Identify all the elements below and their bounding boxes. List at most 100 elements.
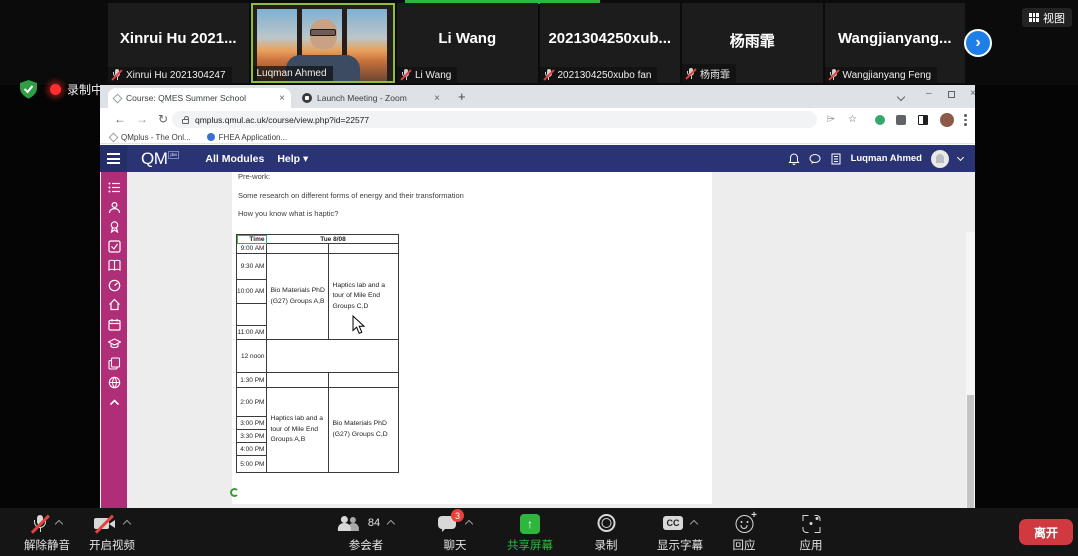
competencies-icon[interactable] [108,240,121,253]
leave-meeting-button[interactable]: 离开 [1019,519,1073,545]
bookmark-qmplus[interactable]: QMplus - The Onl... [110,133,191,142]
record-icon [597,514,615,532]
back-icon[interactable]: ← [114,112,126,126]
time-label: 12 noon [237,340,267,373]
security-shield-icon[interactable] [20,80,37,99]
notes-icon[interactable] [830,153,842,165]
zoom-toolbar: 解除静音 开启视频 84 参会者 3 [0,508,1078,556]
bookmark-star-icon[interactable]: ☆ [848,114,857,125]
muted-mic-icon [544,69,555,81]
apps-button[interactable]: 应用 [800,514,823,553]
timetable-event: Haptics lab and a tour of Mile End Group… [267,388,329,473]
share-screen-icon: ↑ [520,514,540,534]
muted-mic-icon [829,69,840,81]
grid-view-icon [1029,13,1039,22]
shared-browser-window: Course: QMES Summer School × Launch Meet… [100,85,975,508]
extension-icon-green[interactable] [875,115,885,125]
participant-tile[interactable]: 2021304250xub... 2021304250xubo fan [540,3,681,83]
tab-launch-meeting[interactable]: Launch Meeting - Zoom × [296,88,446,108]
participants-button[interactable]: 84 参会者 [338,514,394,553]
participant-tile[interactable]: Wangjianyang... Wangjianyang Feng [825,3,966,83]
next-participants-button[interactable]: › [964,29,992,57]
time-label: 9:30 AM [237,254,267,280]
user-menu-chevron-icon[interactable] [957,154,964,161]
share-page-icon[interactable]: ⌲ [827,114,835,125]
mic-options-caret-icon[interactable] [55,520,63,528]
timetable-header-time: Time [237,235,267,244]
captions-button[interactable]: CC 显示字幕 [657,514,703,553]
course-index-icon[interactable] [108,181,121,194]
participants-icon[interactable] [108,201,121,214]
participant-tile[interactable]: 杨雨霏 杨雨霏 [682,3,823,83]
tab-title: Launch Meeting - Zoom [317,93,429,103]
participant-tile[interactable]: Li Wang Li Wang [397,3,538,83]
video-options-caret-icon[interactable] [123,520,131,528]
messages-icon[interactable] [809,153,821,165]
extension-icon-contrast[interactable] [918,115,928,125]
badges-icon[interactable] [108,220,121,233]
bookmarks-bar: QMplus - The Onl... FHEA Application... [100,131,975,144]
bookmark-fhea[interactable]: FHEA Application... [207,133,287,142]
qmplus-page: Pre-work: Some research on different for… [100,172,975,508]
reload-icon[interactable]: ↻ [158,112,168,126]
qmplus-header: QM plus All Modules Help ▾ [100,145,975,172]
chat-unread-badge: 3 [451,509,464,522]
menu-hamburger-icon[interactable] [100,145,127,172]
close-tab-icon[interactable]: × [279,93,285,104]
recording-status-label: 录制中 [67,81,103,98]
chat-button[interactable]: 3 聊天 [438,514,472,553]
participant-name-label: Wangjianyang Feng [843,70,932,81]
new-tab-button[interactable]: + [458,90,466,103]
participants-caret-icon[interactable] [387,520,395,528]
grades-book-icon[interactable] [108,259,121,272]
home-icon[interactable] [108,298,121,311]
start-video-button[interactable]: 开启视频 [89,514,135,553]
recording-dot-icon [50,84,61,95]
scrollbar-thumb[interactable] [967,395,974,522]
minimize-window-button[interactable]: – [926,88,932,99]
forward-icon[interactable]: → [136,112,148,126]
cc-icon: CC [663,516,683,530]
browser-menu-icon[interactable] [964,114,967,126]
reactions-button[interactable]: + 回应 [733,514,756,553]
participant-tile-active-video[interactable]: Luqman Ahmed [251,3,396,83]
graduation-cap-icon[interactable] [108,337,121,350]
calendar-icon[interactable] [108,318,121,331]
close-tab-icon[interactable]: × [434,93,440,104]
timetable-event: Bio Materials PhD (G27) Groups A,B [267,254,329,340]
participant-tile[interactable]: Xinrui Hu 2021... Xinrui Hu 2021304247 [108,3,249,83]
nav-help[interactable]: Help ▾ [277,153,308,165]
address-bar[interactable]: qmplus.qmul.ac.uk/course/view.php?id=225… [172,111,817,128]
muted-mic-icon [112,69,123,81]
collapse-chevron-up-icon[interactable] [108,396,121,409]
course-sidebar [101,172,127,508]
notifications-bell-icon[interactable] [788,153,800,165]
extensions-puzzle-icon[interactable] [896,115,906,125]
logged-in-user-name: Luqman Ahmed [851,153,922,164]
tab-course-qmes[interactable]: Course: QMES Summer School × [108,88,291,108]
participant-name-label: Xinrui Hu 2021304247 [126,70,226,81]
restore-window-button[interactable] [948,90,955,101]
content-line: Some research on different forms of ener… [238,191,464,200]
browser-profile-avatar[interactable] [940,113,954,127]
record-button[interactable]: 录制 [595,514,618,553]
qmplus-logo[interactable]: QM plus [141,149,179,169]
time-label: 3:30 PM [237,430,267,443]
user-avatar[interactable] [931,150,949,168]
view-layout-button[interactable]: 视图 [1022,8,1072,27]
unmute-button[interactable]: 解除静音 [24,514,70,553]
files-copy-icon[interactable] [108,357,121,370]
dashboard-gauge-icon[interactable] [108,279,121,292]
time-label: 10:00 AM [237,280,267,304]
community-globe-icon[interactable] [108,376,121,389]
window-menu-chevron-icon[interactable] [898,92,904,103]
time-label: 9:00 AM [237,244,267,254]
chat-caret-icon[interactable] [465,520,473,528]
time-label: 1:30 PM [237,373,267,388]
close-window-button[interactable]: × [970,88,976,99]
participant-name-label: 2021304250xubo fan [558,70,652,81]
share-screen-button[interactable]: ↑ 共享屏幕 [507,514,553,553]
captions-caret-icon[interactable] [690,520,698,528]
nav-all-modules[interactable]: All Modules [205,153,264,165]
participant-tiles: Xinrui Hu 2021... Xinrui Hu 2021304247 L… [108,3,965,83]
